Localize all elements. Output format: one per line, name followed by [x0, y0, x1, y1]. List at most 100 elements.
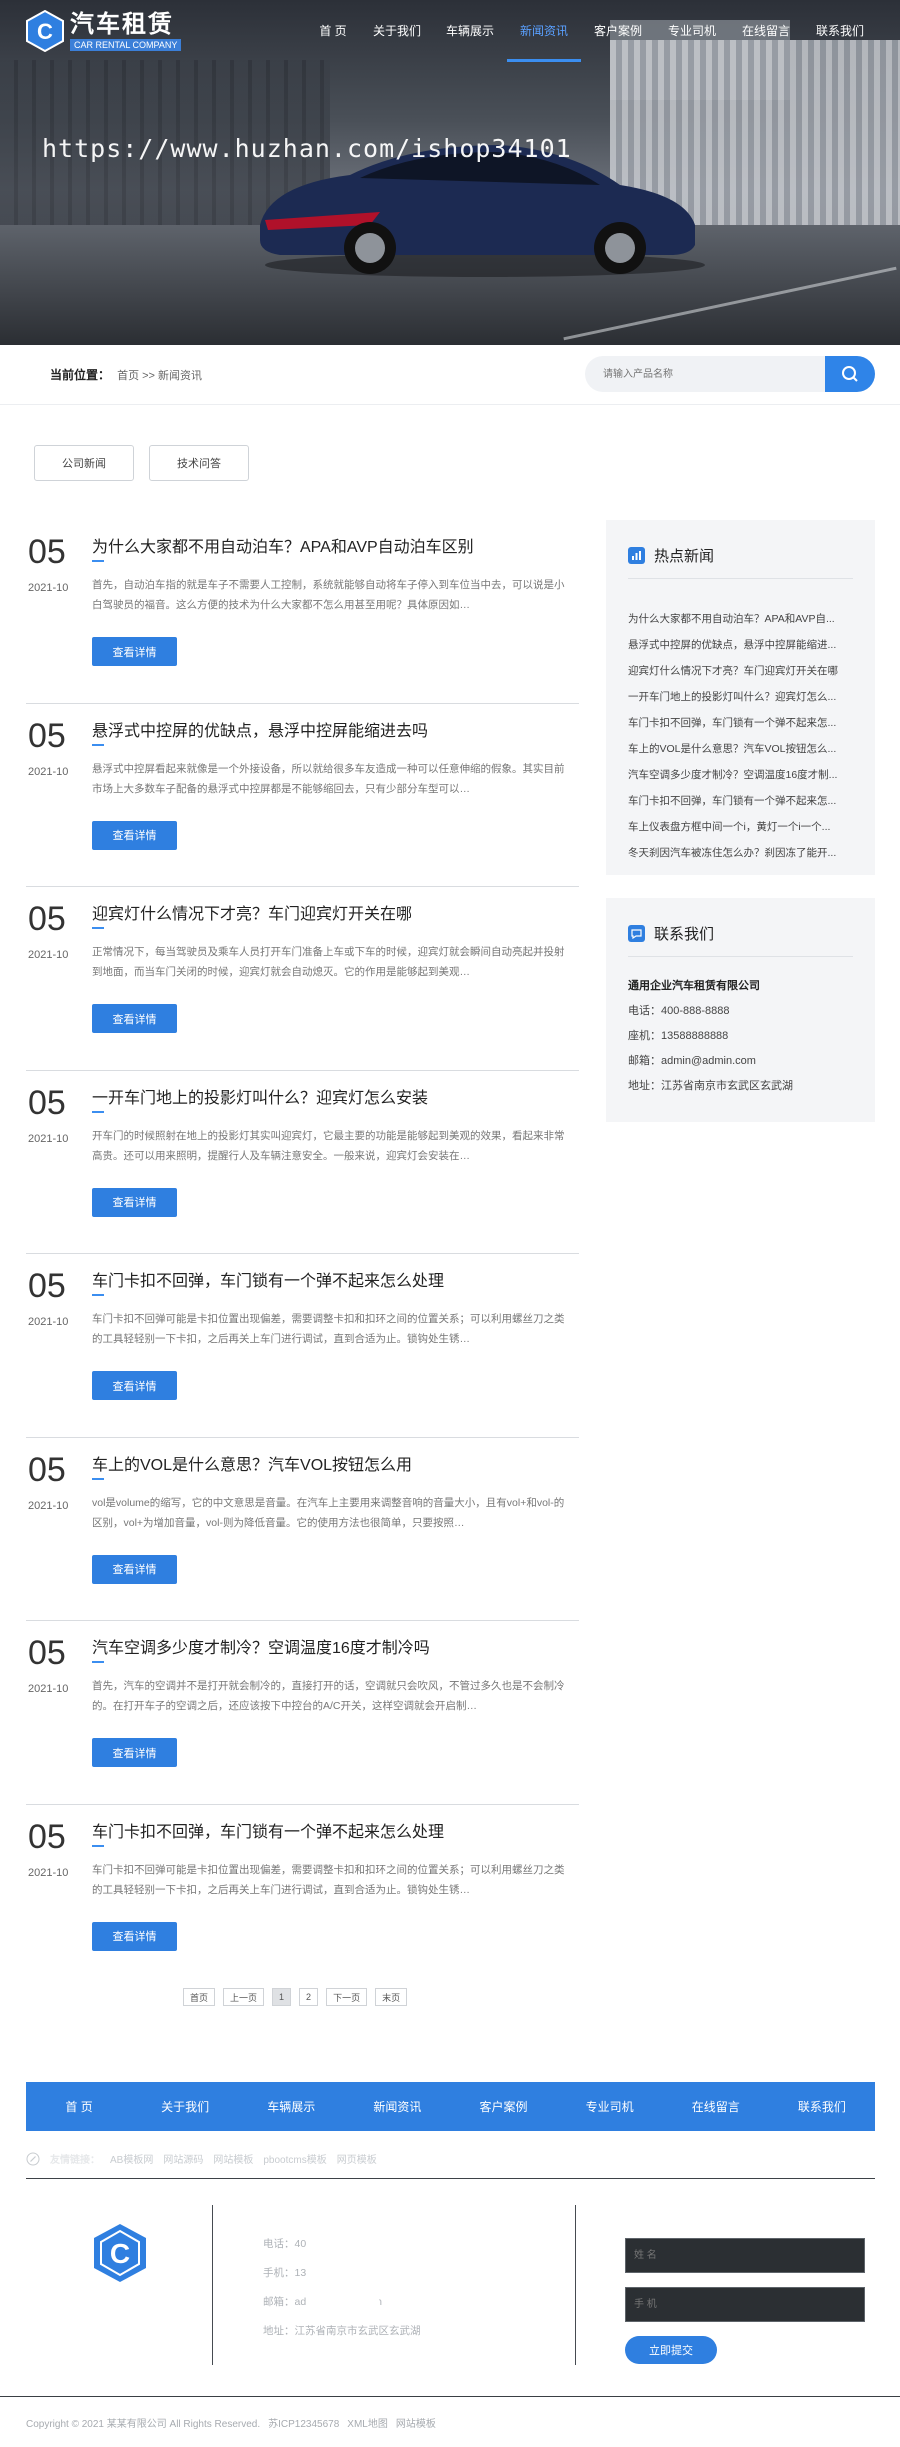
- nav-message[interactable]: 在线留言: [729, 0, 803, 62]
- view-details-button[interactable]: 查看详情: [92, 1921, 177, 1951]
- breadcrumb-path[interactable]: 首页 >> 新闻资讯: [117, 370, 202, 382]
- footer-logo: C 汽车租赁 Car rental company: [60, 2222, 180, 2342]
- footer-email: 邮箱：adcom: [263, 2296, 382, 2308]
- tab-company-news[interactable]: 公司新闻: [34, 445, 134, 481]
- contact-panel: 联系我们 通用企业汽车租赁有限公司 电话：400-888-8888 座机：135…: [606, 898, 875, 1122]
- article-month: 2021-10: [28, 765, 69, 778]
- friend-link[interactable]: AB模板网: [110, 2151, 153, 2166]
- phone-field[interactable]: [625, 2287, 865, 2322]
- article-title[interactable]: 汽车空调多少度才制冷？空调温度16度才制冷吗: [92, 1634, 430, 1658]
- article-title[interactable]: 悬浮式中控屏的优缺点，悬浮中控屏能缩进去吗: [92, 717, 428, 741]
- footer-nav: 首 页 关于我们 车辆展示 新闻资讯 客户案例 专业司机 在线留言 联系我们: [26, 2082, 875, 2131]
- svg-text:C: C: [37, 19, 53, 44]
- name-field[interactable]: [625, 2238, 865, 2273]
- nav-vehicles[interactable]: 车辆展示: [433, 0, 507, 62]
- footer-company: 通用企业汽车租赁有限公司: [263, 2210, 408, 2224]
- friend-links: 友情链接： AB模板网 网站源码 网站模板 pbootcms模板 网页模板: [26, 2151, 377, 2166]
- article-day: 05: [28, 1817, 66, 1856]
- footer-logo-subtitle: Car rental company: [72, 2330, 168, 2342]
- article-month: 2021-10: [28, 1316, 69, 1328]
- nav-about[interactable]: 关于我们: [361, 0, 433, 62]
- article-title[interactable]: 车门卡扣不回弹，车门锁有一个弹不起来怎么处理: [92, 1267, 444, 1291]
- icp-link[interactable]: 苏ICP12345678: [268, 2415, 339, 2430]
- footer-nav-cases[interactable]: 客户案例: [451, 2082, 557, 2131]
- page-prev[interactable]: 上一页: [223, 1988, 265, 2006]
- article-month: 2021-10: [28, 1866, 69, 1879]
- footer-nav-message[interactable]: 在线留言: [663, 2082, 769, 2131]
- nav-cases[interactable]: 客户案例: [581, 0, 655, 62]
- footer-nav-contact[interactable]: 联系我们: [769, 2082, 875, 2131]
- form-title: 在线留言: [625, 2211, 669, 2223]
- article-list: 05 2021-10 为什么大家都不用自动泊车？APA和AVP自动泊车区别 首先…: [26, 520, 579, 1988]
- sitemap-link[interactable]: XML地图: [347, 2415, 388, 2430]
- hot-news-item[interactable]: 汽车空调多少度才制冷？空调温度16度才制...: [628, 762, 856, 788]
- page-last[interactable]: 末页: [375, 1988, 408, 2006]
- friend-link[interactable]: 网页模板: [337, 2151, 377, 2166]
- article-desc: 正常情况下，每当驾驶员及乘车人员打开车门准备上车或下车的时候，迎宾灯就会瞬间自动…: [92, 946, 565, 978]
- footer-nav-news[interactable]: 新闻资讯: [344, 2082, 450, 2131]
- article-month: 2021-10: [28, 1132, 69, 1145]
- category-tabs: 公司新闻 技术问答: [34, 445, 249, 481]
- view-details-button[interactable]: 查看详情: [92, 1187, 177, 1217]
- view-details-button[interactable]: 查看详情: [92, 820, 177, 850]
- page-1[interactable]: 1: [272, 1988, 292, 2006]
- footer-address: 地址：江苏省南京市玄武区玄武湖: [263, 2325, 421, 2337]
- search-input[interactable]: [585, 356, 825, 392]
- hot-news-item[interactable]: 车门卡扣不回弹，车门锁有一个弹不起来怎...: [628, 788, 856, 814]
- search-button[interactable]: [825, 356, 875, 392]
- hot-news-item[interactable]: 一开车门地上的投影灯叫什么？迎宾灯怎么...: [628, 684, 856, 710]
- friend-link[interactable]: 网站模板: [213, 2151, 253, 2166]
- view-details-button[interactable]: 查看详情: [92, 1738, 177, 1767]
- hot-news-item[interactable]: 迎宾灯什么情况下才亮？车门迎宾灯开关在哪: [628, 658, 856, 684]
- view-details-button[interactable]: 查看详情: [92, 637, 177, 666]
- footer-nav-drivers[interactable]: 专业司机: [557, 2082, 663, 2131]
- article-title[interactable]: 车门卡扣不回弹，车门锁有一个弹不起来怎么处理: [92, 1818, 444, 1842]
- copyright-text: Copyright © 2021 某某有限公司 All Rights Reser…: [26, 2419, 261, 2430]
- page-2[interactable]: 2: [299, 1988, 319, 2006]
- footer-nav-vehicles[interactable]: 车辆展示: [238, 2082, 344, 2131]
- article-month: 2021-10: [28, 582, 69, 594]
- view-details-button[interactable]: 查看详情: [92, 1371, 177, 1400]
- article-month: 2021-10: [28, 1499, 69, 1512]
- hot-news-panel: 热点新闻 为什么大家都不用自动泊车？APA和AVP自... 悬浮式中控屏的优缺点…: [606, 520, 875, 875]
- logo-subtitle: CAR RENTAL COMPANY: [70, 38, 182, 51]
- article-title[interactable]: 为什么大家都不用自动泊车？APA和AVP自动泊车区别: [92, 533, 474, 557]
- article-title[interactable]: 车上的VOL是什么意思？汽车VOL按钮怎么用: [92, 1451, 412, 1475]
- article-title[interactable]: 迎宾灯什么情况下才亮？车门迎宾灯开关在哪: [92, 900, 412, 924]
- bar-chart-icon: [628, 547, 645, 564]
- footer-contact-info: 通用企业汽车租赁有限公司 电话：40 手机：13 邮箱：adcom 地址：江苏省…: [263, 2208, 553, 2346]
- page-first[interactable]: 首页: [183, 1988, 216, 2006]
- tab-tech-qa[interactable]: 技术问答: [149, 445, 249, 481]
- nav-news[interactable]: 新闻资讯: [507, 0, 581, 62]
- article-title[interactable]: 一开车门地上的投影灯叫什么？迎宾灯怎么安装: [92, 1084, 428, 1108]
- nav-home[interactable]: 首 页: [305, 0, 361, 62]
- template-link[interactable]: 网站模板: [396, 2415, 436, 2430]
- breadcrumb-label: 当前位置：: [50, 368, 111, 382]
- redaction-box: [313, 2237, 379, 2317]
- hot-news-item[interactable]: 车上仪表盘方框中间一个i，黄灯一个i一个...: [628, 814, 856, 840]
- page-next[interactable]: 下一页: [326, 1988, 368, 2006]
- view-details-button[interactable]: 查看详情: [92, 1004, 177, 1033]
- breadcrumb: 当前位置： 首页 >> 新闻资讯: [50, 366, 202, 383]
- link-icon: [26, 2152, 40, 2165]
- footer-nav-home[interactable]: 首 页: [26, 2082, 132, 2131]
- footer-nav-about[interactable]: 关于我们: [132, 2082, 238, 2131]
- view-details-button[interactable]: 查看详情: [92, 1554, 177, 1584]
- article-day: 05: [28, 1634, 66, 1672]
- article-day: 05: [28, 900, 66, 938]
- friend-link[interactable]: 网站源码: [163, 2151, 203, 2166]
- copyright: Copyright © 2021 某某有限公司 All Rights Reser…: [26, 2415, 436, 2430]
- list-item: 05 2021-10 车上的VOL是什么意思？汽车VOL按钮怎么用 vol是vo…: [26, 1438, 579, 1621]
- hot-news-item[interactable]: 为什么大家都不用自动泊车？APA和AVP自...: [628, 606, 856, 632]
- nav-contact[interactable]: 联系我们: [803, 0, 877, 62]
- contact-email: 邮箱：admin@admin.com: [628, 1055, 756, 1067]
- hot-news-item[interactable]: 冬天刹因汽车被冻住怎么办？刹因冻了能开...: [628, 840, 856, 866]
- submit-button[interactable]: 立即提交: [625, 2336, 717, 2364]
- article-desc: 首先，汽车的空调并不是打开就会制冷的，直接打开的话，空调就只会吹风，不管过多久也…: [92, 1680, 565, 1712]
- hot-news-item[interactable]: 车门卡扣不回弹，车门锁有一个弹不起来怎...: [628, 710, 856, 736]
- logo[interactable]: C 汽车租赁 CAR RENTAL COMPANY: [26, 10, 182, 52]
- nav-drivers[interactable]: 专业司机: [655, 0, 729, 62]
- hot-news-item[interactable]: 悬浮式中控屏的优缺点，悬浮中控屏能缩进...: [628, 632, 856, 658]
- friend-link[interactable]: pbootcms模板: [263, 2151, 326, 2166]
- hot-news-item[interactable]: 车上的VOL是什么意思？汽车VOL按钮怎么...: [628, 736, 856, 762]
